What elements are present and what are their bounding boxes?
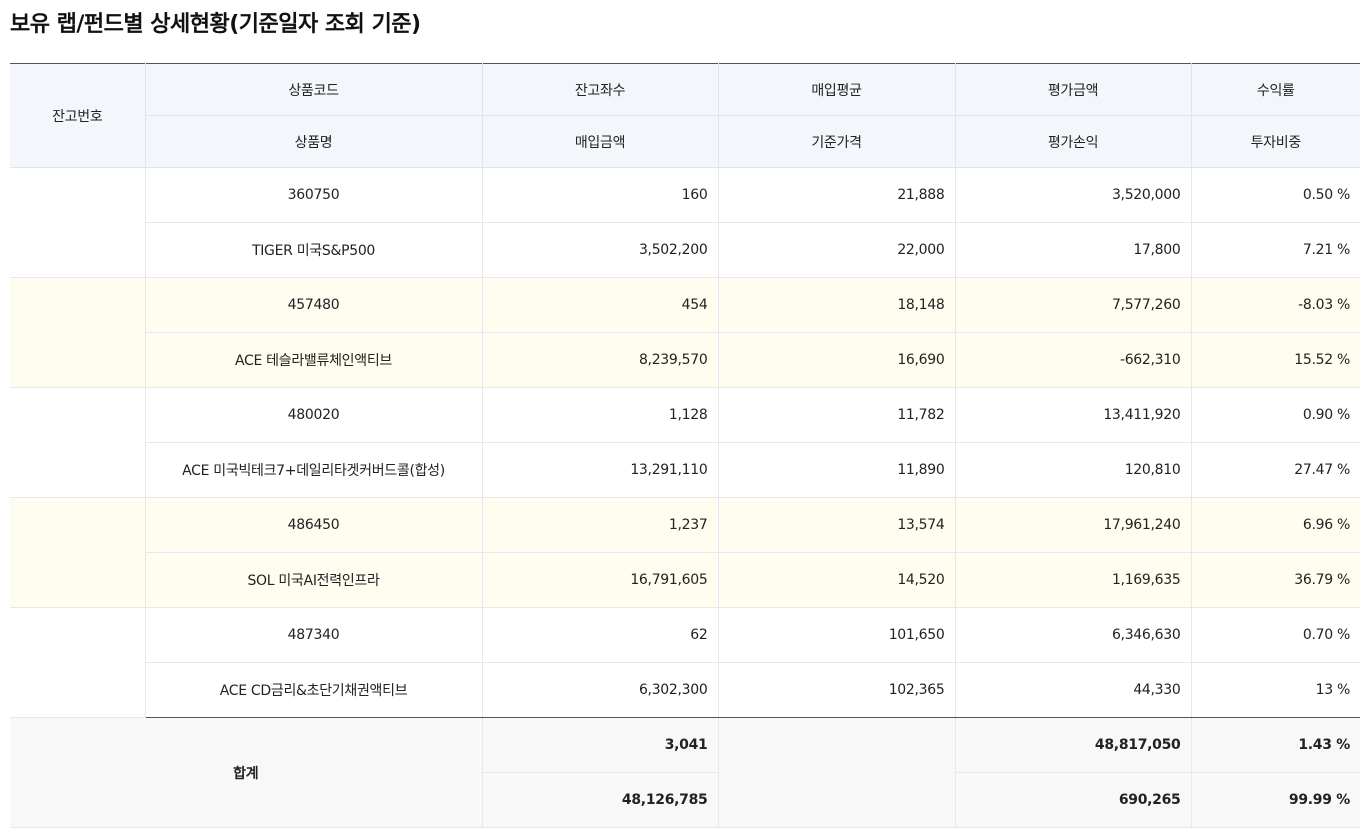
weight: 36.79 %	[1190, 552, 1360, 608]
header-return-rate: 수익률	[1190, 63, 1360, 116]
return-rate: 0.70 %	[1190, 607, 1360, 663]
eval-amount: 13,411,920	[954, 387, 1191, 443]
table-header: 잔고번호 상품코드 잔고좌수 매입평균 평가금액 수익률 상품명 매입금액 기준…	[10, 63, 1360, 168]
page-title: 보유 랩/펀드별 상세현황(기준일자 조회 기준)	[10, 12, 421, 37]
eval-amount: 6,346,630	[954, 607, 1191, 663]
account-no-cell	[10, 277, 145, 388]
account-no-cell	[10, 497, 145, 608]
product-code: 457480	[144, 277, 482, 333]
table-row: 457480 454 18,148 7,577,260 -8.03 %	[10, 277, 1360, 388]
header-product-name: 상품명	[144, 115, 483, 168]
return-rate: 6.96 %	[1190, 497, 1360, 553]
header-avg-price: 매입평균	[717, 63, 956, 116]
total-empty-cell	[717, 717, 955, 828]
table-row: SOL 미국AI전력인프라 16,791,605 14,520 1,169,63…	[10, 552, 1360, 608]
product-code: 480020	[144, 387, 482, 443]
eval-pnl: 17,800	[954, 222, 1191, 278]
eval-pnl: 120,810	[954, 442, 1191, 498]
eval-pnl: -662,310	[954, 332, 1191, 388]
product-code: 360750	[144, 167, 482, 223]
weight: 15.52 %	[1190, 332, 1360, 388]
return-rate: 0.90 %	[1190, 387, 1360, 443]
header-eval-pnl: 평가손익	[954, 115, 1192, 168]
purchase-amount: 3,502,200	[481, 222, 718, 278]
product-name: SOL 미국AI전력인프라	[144, 552, 482, 608]
total-eval-pnl: 690,265	[954, 772, 1191, 828]
total-purchase-amount: 48,126,785	[481, 772, 718, 828]
units: 1,237	[481, 497, 718, 553]
header-account-no: 잔고번호	[10, 63, 146, 168]
header-eval-amount: 평가금액	[954, 63, 1192, 116]
purchase-amount: 6,302,300	[481, 662, 718, 718]
eval-amount: 7,577,260	[954, 277, 1191, 333]
header-base-price: 기준가격	[717, 115, 956, 168]
base-price: 22,000	[717, 222, 955, 278]
total-units: 3,041	[481, 717, 718, 773]
avg-price: 11,782	[717, 387, 955, 443]
header-units: 잔고좌수	[481, 63, 719, 116]
avg-price: 13,574	[717, 497, 955, 553]
table-body: 360750 160 21,888 3,520,000 0.50 % TIGER…	[10, 167, 1360, 718]
total-label: 합계	[10, 717, 482, 828]
base-price: 102,365	[717, 662, 955, 718]
table-row: TIGER 미국S&P500 3,502,200 22,000 17,800 7…	[10, 222, 1360, 278]
table-row: ACE CD금리&초단기채권액티브 6,302,300 102,365 44,3…	[10, 662, 1360, 718]
header-product-code: 상품코드	[144, 63, 483, 116]
eval-amount: 17,961,240	[954, 497, 1191, 553]
table-row: 360750 160 21,888 3,520,000 0.50 %	[10, 167, 1360, 278]
base-price: 16,690	[717, 332, 955, 388]
units: 454	[481, 277, 718, 333]
account-no-cell	[10, 607, 145, 718]
product-name: ACE CD금리&초단기채권액티브	[144, 662, 482, 718]
base-price: 14,520	[717, 552, 955, 608]
product-code: 487340	[144, 607, 482, 663]
weight: 13 %	[1190, 662, 1360, 718]
table-row: 487340 62 101,650 6,346,630 0.70 %	[10, 607, 1360, 718]
units: 1,128	[481, 387, 718, 443]
purchase-amount: 13,291,110	[481, 442, 718, 498]
product-name: TIGER 미국S&P500	[144, 222, 482, 278]
units: 62	[481, 607, 718, 663]
table-row: 480020 1,128 11,782 13,411,920 0.90 %	[10, 387, 1360, 498]
base-price: 11,890	[717, 442, 955, 498]
units: 160	[481, 167, 718, 223]
table-row: ACE 테슬라밸류체인액티브 8,239,570 16,690 -662,310…	[10, 332, 1360, 388]
product-name: ACE 테슬라밸류체인액티브	[144, 332, 482, 388]
eval-pnl: 1,169,635	[954, 552, 1191, 608]
return-rate: -8.03 %	[1190, 277, 1360, 333]
table-row: 486450 1,237 13,574 17,961,240 6.96 %	[10, 497, 1360, 608]
avg-price: 21,888	[717, 167, 955, 223]
purchase-amount: 16,791,605	[481, 552, 718, 608]
total-eval-amount: 48,817,050	[954, 717, 1191, 773]
table-footer: 합계 3,041 48,817,050 1.43 % 48,126,785 69…	[10, 717, 1360, 828]
total-return-rate: 1.43 %	[1190, 717, 1360, 773]
return-rate: 0.50 %	[1190, 167, 1360, 223]
weight: 27.47 %	[1190, 442, 1360, 498]
purchase-amount: 8,239,570	[481, 332, 718, 388]
header-weight: 투자비중	[1190, 115, 1360, 168]
total-weight: 99.99 %	[1190, 772, 1360, 828]
holdings-table: 잔고번호 상품코드 잔고좌수 매입평균 평가금액 수익률 상품명 매입금액 기준…	[10, 63, 1360, 828]
eval-amount: 3,520,000	[954, 167, 1191, 223]
total-row: 합계 3,041 48,817,050 1.43 %	[10, 717, 1360, 828]
product-name: ACE 미국빅테크7+데일리타겟커버드콜(합성)	[144, 442, 482, 498]
avg-price: 101,650	[717, 607, 955, 663]
account-no-cell	[10, 167, 145, 278]
table-row: ACE 미국빅테크7+데일리타겟커버드콜(합성) 13,291,110 11,8…	[10, 442, 1360, 498]
header-purchase-amount: 매입금액	[481, 115, 719, 168]
avg-price: 18,148	[717, 277, 955, 333]
product-code: 486450	[144, 497, 482, 553]
account-no-cell	[10, 387, 145, 498]
eval-pnl: 44,330	[954, 662, 1191, 718]
weight: 7.21 %	[1190, 222, 1360, 278]
